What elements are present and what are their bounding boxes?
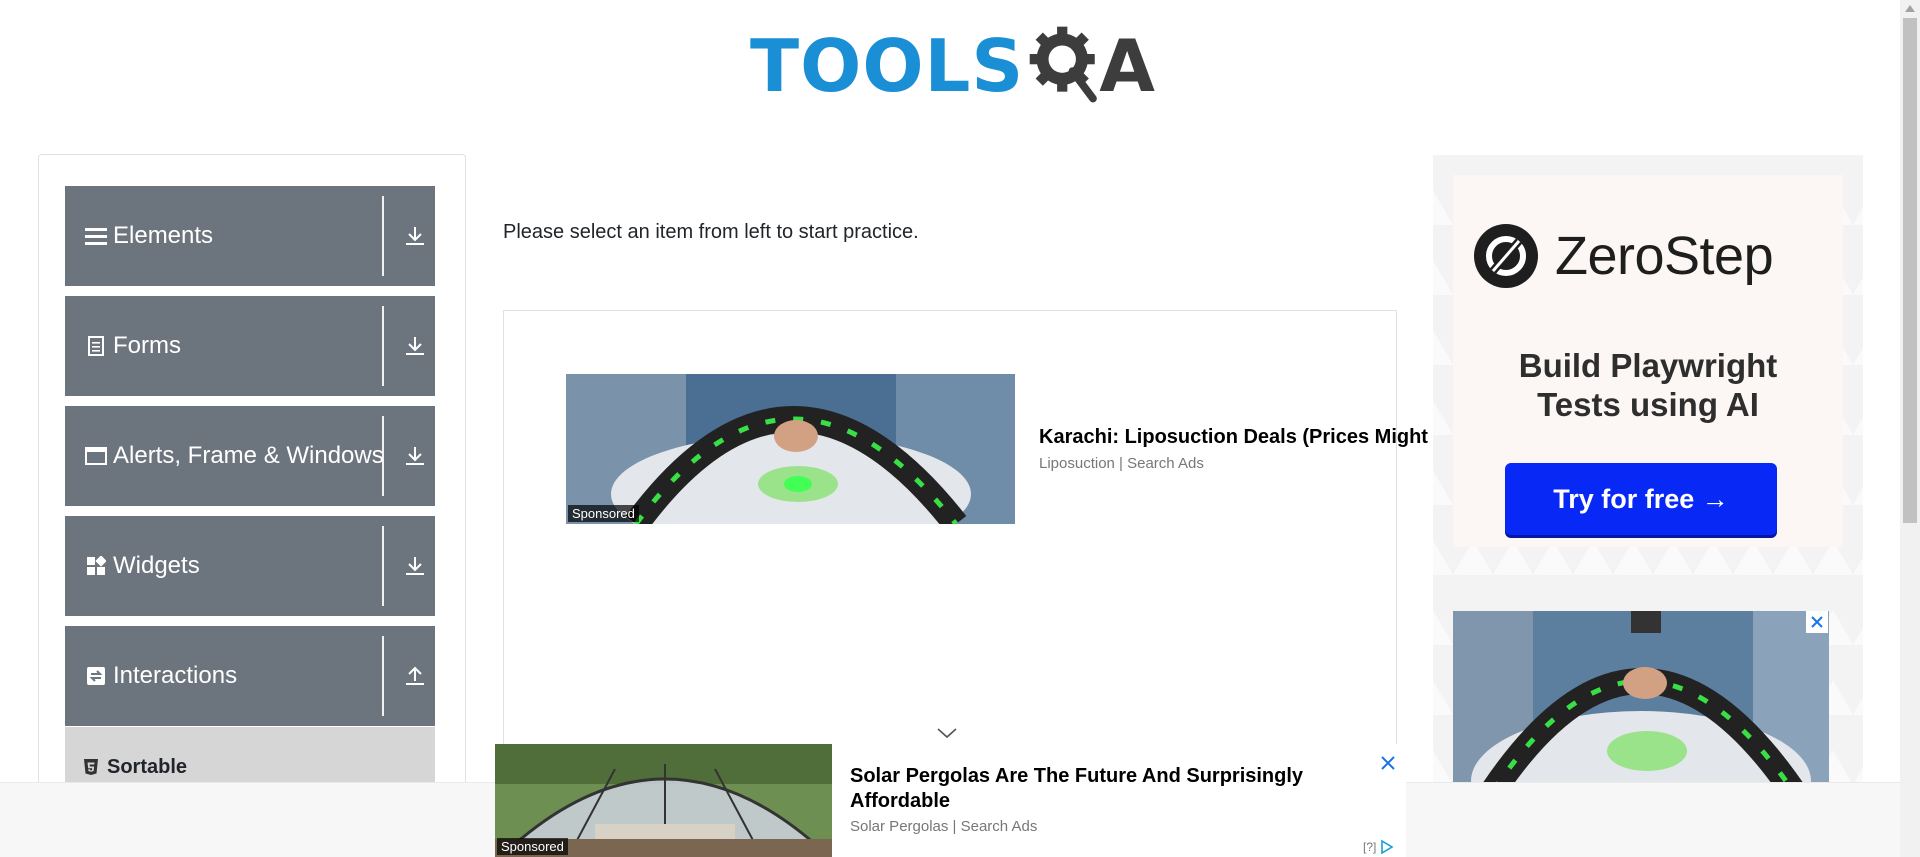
group-label: Widgets: [113, 552, 200, 579]
zerostep-ad[interactable]: ZeroStep Build Playwright Tests using AI…: [1453, 175, 1843, 547]
group-label: Interactions: [113, 662, 238, 689]
zerostep-logo: ZeroStep: [1473, 223, 1774, 289]
group-interactions[interactable]: Interactions: [65, 626, 435, 726]
bottom-ad-image[interactable]: Sponsored: [495, 744, 832, 857]
sponsored-ad[interactable]: Sponsored Karachi: Liposuction Deals (Pr…: [566, 374, 1436, 524]
headline-line: Build Playwright: [1518, 347, 1778, 384]
adchoices[interactable]: [?]: [1363, 840, 1394, 854]
upload-arrow-icon[interactable]: [395, 656, 435, 696]
download-arrow-icon[interactable]: [395, 546, 435, 586]
download-arrow-icon[interactable]: [395, 216, 435, 256]
group-alerts-frame-windows[interactable]: Alerts, Frame & Windows: [65, 406, 435, 506]
scroll-thumb[interactable]: [1903, 18, 1917, 523]
widgets-icon: [85, 555, 107, 577]
sponsored-label: Sponsored: [497, 838, 568, 855]
bottom-ad-title[interactable]: Solar Pergolas Are The Future And Surpri…: [850, 764, 1350, 814]
zerostep-brand: ZeroStep: [1555, 226, 1774, 286]
sidebar-ad: ZeroStep Build Playwright Tests using AI…: [1433, 155, 1863, 857]
close-icon[interactable]: [1379, 754, 1397, 772]
group-widgets[interactable]: Widgets: [65, 516, 435, 616]
download-arrow-icon[interactable]: [395, 436, 435, 476]
sidebar-item-label: Sortable: [107, 755, 188, 778]
ad-source: Liposuction | Search Ads: [1039, 455, 1204, 472]
ad-title[interactable]: Karachi: Liposuction Deals (Prices Might: [1039, 426, 1428, 449]
zerostep-logo-icon: [1474, 224, 1538, 288]
group-label: Elements: [113, 222, 214, 249]
divider: [382, 526, 384, 606]
divider: [382, 636, 384, 716]
scroll-up-icon[interactable]: [1905, 4, 1915, 12]
try-for-free-button[interactable]: Try for free →: [1505, 463, 1777, 535]
adchoice-help[interactable]: [?]: [1363, 840, 1376, 854]
hamburger-icon: [85, 225, 107, 247]
headline-line: Tests using AI: [1537, 385, 1759, 423]
divider: [382, 306, 384, 386]
html5-icon: [84, 759, 98, 775]
logo-text: TOOLS: [750, 24, 1025, 108]
ad-image[interactable]: Sponsored: [566, 374, 1015, 524]
bottom-sponsored-ad[interactable]: Sponsored Solar Pergolas Are The Future …: [495, 744, 1406, 857]
interactions-icon: [85, 665, 107, 687]
chevron-down-icon[interactable]: [936, 726, 958, 740]
zerostep-headline: Build Playwright Tests using AI: [1453, 347, 1843, 425]
bottom-ad-source: Solar Pergolas | Search Ads: [850, 818, 1038, 835]
group-label: Alerts, Frame & Windows: [113, 442, 384, 469]
document-icon: [85, 335, 107, 357]
group-elements[interactable]: Elements: [65, 186, 435, 286]
group-forms[interactable]: Forms: [65, 296, 435, 396]
group-label: Forms: [113, 332, 181, 359]
sponsored-label: Sponsored: [568, 505, 639, 522]
logo-suffix: A: [1099, 24, 1155, 108]
gear-magnifier-icon: [1029, 26, 1098, 103]
scrollbar[interactable]: [1900, 0, 1920, 857]
instruction-text: Please select an item from left to start…: [503, 221, 919, 243]
close-icon[interactable]: [1806, 611, 1828, 633]
window-icon: [85, 445, 107, 467]
left-panel: Elements Forms Alerts, Frame & Windows W…: [38, 154, 466, 857]
side-ad-image[interactable]: [1453, 611, 1829, 791]
adchoices-icon[interactable]: [1380, 840, 1394, 854]
download-arrow-icon[interactable]: [395, 326, 435, 366]
divider: [382, 416, 384, 496]
toolsqa-logo[interactable]: TOOLS A: [750, 16, 1155, 116]
divider: [382, 196, 384, 276]
